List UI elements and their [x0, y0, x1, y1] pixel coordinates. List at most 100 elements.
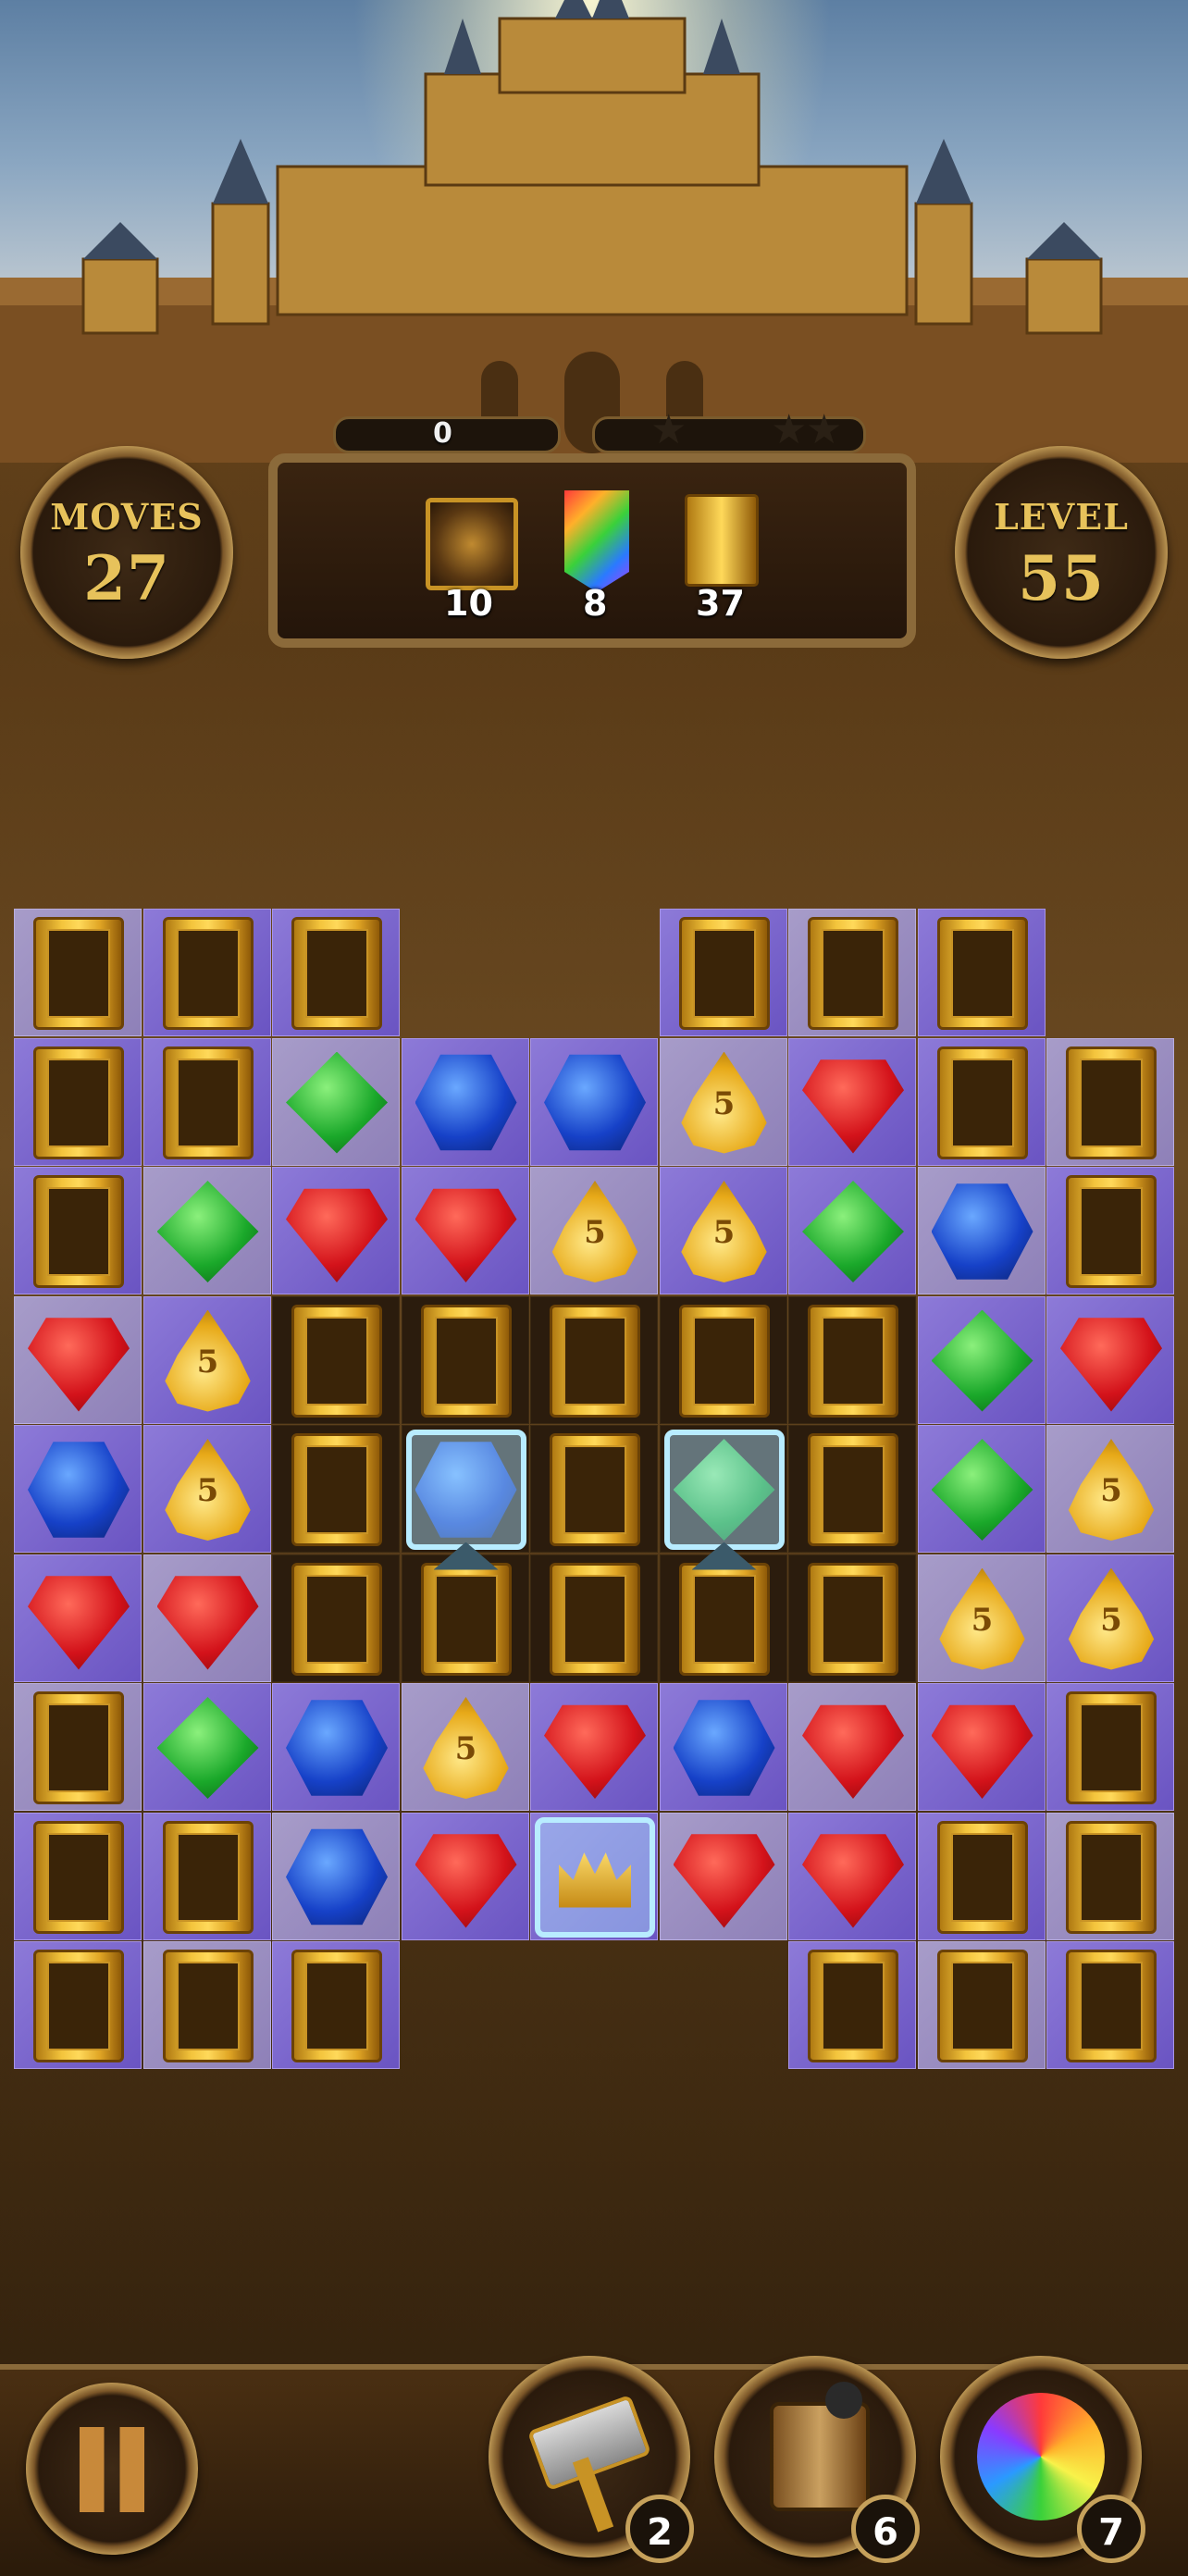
board-cell[interactable] [530, 1812, 658, 1940]
moves-label: MOVES [50, 496, 204, 538]
board-cell[interactable] [272, 1554, 400, 1682]
board-cell[interactable] [1046, 1037, 1174, 1166]
level-indicator: LEVEL 55 [955, 446, 1168, 659]
board-cell[interactable] [788, 1425, 916, 1553]
golden-totem [1066, 1691, 1157, 1804]
board-cell[interactable] [142, 909, 271, 1036]
red-gem [156, 1576, 259, 1670]
board-cell[interactable] [788, 1941, 916, 2069]
board-cell[interactable] [659, 1295, 787, 1424]
board-cell[interactable] [142, 1167, 271, 1294]
medallion-tile-icon [426, 498, 518, 590]
board-cell[interactable] [530, 1037, 658, 1166]
board-cell[interactable] [272, 1941, 400, 2069]
board-cell[interactable] [1046, 1941, 1174, 2069]
board-cell[interactable] [14, 1941, 142, 2069]
board-cell[interactable] [788, 1037, 916, 1166]
yellow-gem-label: 5 [196, 1343, 219, 1381]
board-cell[interactable] [14, 909, 142, 1036]
castle-illustration [0, 0, 1188, 463]
board-cell[interactable] [142, 1037, 271, 1166]
red-gem [415, 1188, 517, 1282]
board-cell[interactable] [142, 1554, 271, 1682]
board-cell[interactable] [659, 1425, 787, 1553]
board-cell[interactable] [401, 1037, 529, 1166]
board-cell[interactable] [1046, 1683, 1174, 1811]
hammer-booster-button[interactable]: 2 [489, 2356, 694, 2563]
board-cell[interactable] [142, 1683, 271, 1811]
golden-totem [33, 1820, 124, 1934]
pause-button[interactable] [26, 2383, 198, 2555]
board-cell[interactable] [1046, 1812, 1174, 1940]
board-cell[interactable] [401, 1425, 529, 1553]
board-cell[interactable] [1046, 1167, 1174, 1294]
board-cell[interactable] [659, 909, 787, 1036]
board-cell[interactable] [401, 1167, 529, 1294]
board-cell[interactable] [530, 1683, 658, 1811]
board-cell[interactable] [14, 1425, 142, 1553]
board-cell[interactable] [272, 1167, 400, 1294]
board-cell[interactable] [401, 1812, 529, 1940]
golden-totem [33, 1175, 124, 1288]
board-cell[interactable]: 5 [530, 1167, 658, 1294]
board-cell[interactable] [788, 1812, 916, 1940]
board-cell[interactable] [272, 1683, 400, 1811]
board-cell[interactable] [14, 1812, 142, 1940]
board-cell[interactable] [788, 1167, 916, 1294]
board-cell[interactable] [659, 1812, 787, 1940]
board-cell[interactable]: 5 [1046, 1425, 1174, 1553]
board-cell[interactable] [917, 909, 1046, 1036]
golden-totem [678, 1304, 770, 1418]
board-cell[interactable] [272, 1812, 400, 1940]
board-cell[interactable] [788, 909, 916, 1036]
totem-with-lid [420, 1562, 512, 1676]
board-cell[interactable] [788, 1683, 916, 1811]
board-cell[interactable]: 5 [1046, 1554, 1174, 1682]
red-gem [673, 1834, 775, 1928]
board-cell[interactable] [142, 1812, 271, 1940]
board-cell[interactable] [788, 1295, 916, 1424]
board-cell[interactable] [14, 1683, 142, 1811]
board-cell[interactable] [14, 1295, 142, 1424]
board-cell[interactable] [659, 1542, 787, 1682]
board-cell[interactable] [401, 1295, 529, 1424]
board-cell[interactable]: 5 [142, 1425, 271, 1553]
board-cell[interactable] [917, 1037, 1046, 1166]
golden-totem [162, 1950, 254, 2062]
board-cell[interactable] [1046, 1295, 1174, 1424]
yellow-gem: 5 [423, 1697, 509, 1799]
board-cell[interactable] [14, 1037, 142, 1166]
board-cell[interactable]: 5 [659, 1037, 787, 1166]
board-cell[interactable] [917, 1683, 1046, 1811]
board-cell[interactable] [917, 1295, 1046, 1424]
board-cell[interactable] [917, 1941, 1046, 2069]
rainbow-orb-booster-button[interactable]: 7 [940, 2356, 1145, 2563]
board-cell[interactable]: 5 [917, 1554, 1046, 1682]
board-cell[interactable] [659, 1683, 787, 1811]
board-cell[interactable] [917, 1812, 1046, 1940]
board-cell[interactable] [272, 1425, 400, 1553]
board-cell[interactable] [917, 1167, 1046, 1294]
board-cell[interactable] [142, 1941, 271, 2069]
board-cell[interactable]: 5 [142, 1295, 271, 1424]
golden-totem [808, 1433, 898, 1546]
board-cell[interactable] [401, 1542, 529, 1682]
bomb-totem-booster-button[interactable]: 6 [714, 2356, 920, 2563]
board-cell[interactable] [917, 1425, 1046, 1553]
board-cell[interactable]: 5 [659, 1167, 787, 1294]
board-cell[interactable] [788, 1554, 916, 1682]
board-cell[interactable] [530, 1425, 658, 1553]
game-board[interactable]: 5 5 5 5 5 5 5 5 5 [14, 909, 1176, 2071]
moves-value: 27 [83, 542, 170, 614]
board-cell[interactable] [530, 1295, 658, 1424]
board-cell[interactable] [14, 1167, 142, 1294]
board-cell[interactable] [530, 1554, 658, 1682]
blue-gem [286, 1700, 388, 1796]
board-cell[interactable] [272, 1295, 400, 1424]
board-cell[interactable] [14, 1554, 142, 1682]
board-cell[interactable]: 5 [401, 1683, 529, 1811]
board-cell[interactable] [272, 909, 400, 1036]
yellow-gem-label: 5 [971, 1601, 994, 1639]
board-cell[interactable] [272, 1037, 400, 1166]
golden-totem [291, 1562, 382, 1676]
